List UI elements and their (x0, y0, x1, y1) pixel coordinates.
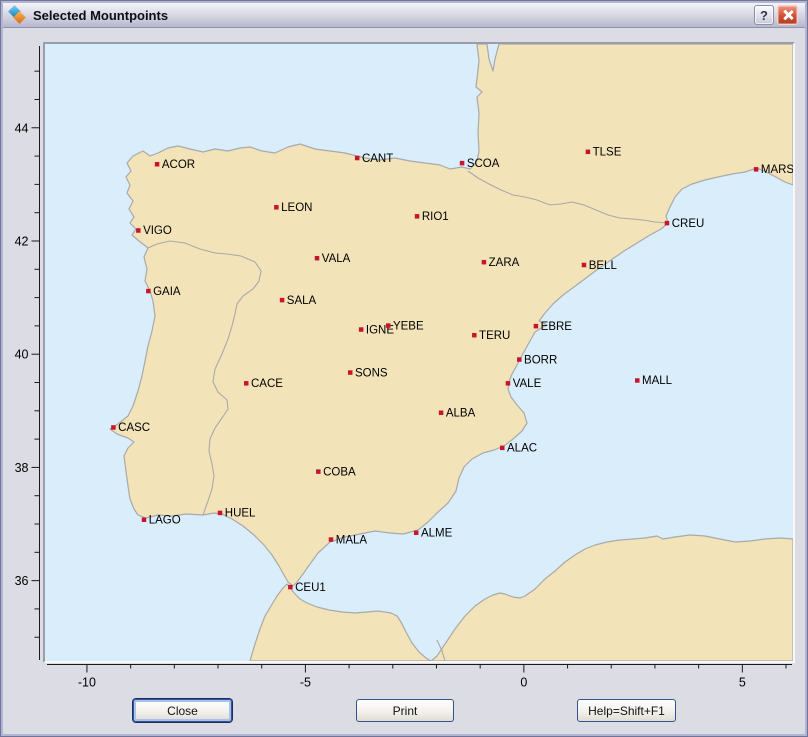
station-marker (517, 357, 522, 362)
station-marker (155, 162, 160, 167)
station-marker (414, 531, 419, 536)
y-tick-label: 40 (15, 348, 29, 362)
station-label: BELL (589, 260, 618, 272)
station-label: ALAC (507, 443, 537, 455)
map-plot: ACOR CANT SCOA TLSE MARS VIGO LEON RIO1 CREU VALA… (43, 42, 795, 663)
station-marker (142, 517, 147, 522)
station-marker (146, 289, 151, 294)
station-label: CREU (672, 218, 705, 230)
station-label: ALBA (446, 408, 476, 420)
station-label: COBA (323, 466, 356, 478)
station-marker (136, 228, 141, 233)
station-marker (506, 381, 511, 386)
station-label: BORR (524, 354, 557, 366)
station-label: GAIA (153, 286, 181, 298)
station-marker (348, 370, 353, 375)
print-button[interactable]: Print (356, 699, 454, 722)
station-label: MARS (761, 164, 793, 176)
station-marker (316, 469, 321, 474)
x-tick-label: -5 (300, 676, 311, 690)
station-label: TLSE (593, 147, 622, 159)
window-title: Selected Mountpoints (33, 8, 805, 23)
close-icon (782, 9, 794, 21)
station-label: SONS (355, 367, 388, 379)
station-marker (472, 333, 477, 338)
station-marker (635, 378, 640, 383)
mountpoints-map: ACOR CANT SCOA TLSE MARS VIGO LEON RIO1 CREU VALA… (45, 44, 793, 661)
titlebar-help-button[interactable]: ? (754, 5, 774, 25)
station-label: ZARA (489, 257, 520, 269)
station-marker (288, 585, 293, 590)
station-marker (315, 256, 320, 261)
station-label: LAGO (149, 514, 181, 526)
station-label: RIO1 (422, 211, 449, 223)
station-marker (111, 425, 116, 430)
y-tick-label: 38 (15, 461, 29, 475)
station-marker (274, 205, 279, 210)
station-borr: BORR (517, 354, 557, 366)
station-label: VIGO (143, 225, 172, 237)
dialog-window: Selected Mountpoints ? ACOR CANT SCOA TLSE M… (0, 0, 808, 737)
station-marker (386, 323, 391, 328)
station-label: VALE (513, 378, 542, 390)
station-label: VALA (322, 253, 351, 265)
y-tick-label: 44 (15, 121, 29, 135)
station-label: LEON (281, 202, 312, 214)
station-marker (582, 263, 587, 268)
station-marker (534, 324, 539, 329)
station-marker (482, 260, 487, 265)
station-label: YEBE (393, 320, 424, 332)
titlebar-close-button[interactable] (777, 5, 798, 25)
station-label: CANT (362, 153, 393, 165)
app-icon (8, 6, 26, 24)
station-acor: ACOR (155, 159, 195, 171)
x-tick-label: -10 (78, 676, 96, 690)
dialog-body: ACOR CANT SCOA TLSE MARS VIGO LEON RIO1 CREU VALA… (3, 29, 805, 734)
station-label: MALA (336, 534, 368, 546)
x-tick-label: 5 (739, 676, 746, 690)
station-label: CASC (118, 422, 150, 434)
station-marker (280, 298, 285, 303)
station-marker (500, 446, 505, 451)
station-marker (329, 537, 334, 542)
help-button[interactable]: Help=Shift+F1 (577, 699, 676, 722)
station-label: MALL (642, 375, 673, 387)
station-marker (439, 411, 444, 416)
station-marker (665, 221, 670, 226)
station-label: SCOA (467, 158, 500, 170)
y-tick-label: 42 (15, 234, 29, 248)
station-marker (754, 167, 759, 172)
y-tick-label: 36 (15, 574, 29, 588)
station-marker (218, 511, 223, 516)
station-label: HUEL (225, 508, 256, 520)
station-label: EBRE (541, 321, 573, 333)
station-label: SALA (287, 295, 317, 307)
station-marker (355, 156, 360, 161)
station-label: ALME (421, 528, 453, 540)
station-marker (244, 381, 249, 386)
station-marker (359, 327, 364, 332)
station-label: TERU (479, 330, 510, 342)
station-marker (586, 150, 591, 155)
station-label: CACE (251, 378, 283, 390)
close-button[interactable]: Close (133, 699, 232, 722)
station-marker (415, 214, 420, 219)
station-marker (460, 161, 465, 166)
station-label: CEU1 (295, 582, 326, 594)
x-tick-label: 0 (520, 676, 527, 690)
title-bar[interactable]: Selected Mountpoints ? (3, 3, 805, 28)
station-label: ACOR (162, 159, 195, 171)
